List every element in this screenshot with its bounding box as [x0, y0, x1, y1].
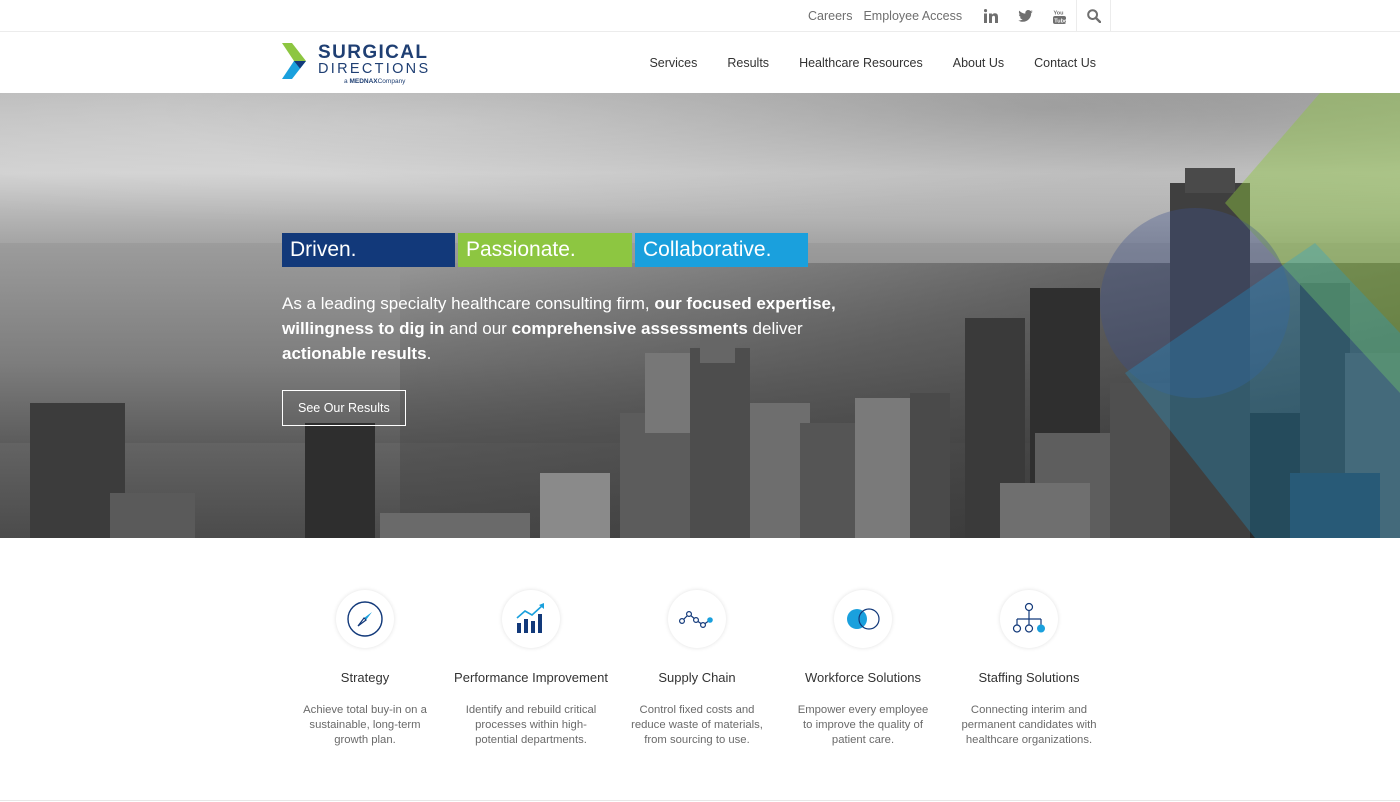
- service-strategy[interactable]: Strategy Achieve total buy-in on a susta…: [282, 590, 448, 760]
- employee-access-link[interactable]: Employee Access: [863, 9, 962, 23]
- service-title: Staffing Solutions: [978, 670, 1080, 685]
- service-description: Connecting interim and permanent candida…: [961, 704, 1097, 746]
- surgical-directions-logo[interactable]: SURGICAL DIRECTIONS a MEDNAXCompany: [282, 41, 428, 87]
- site-header: SURGICAL DIRECTIONS a MEDNAXCompany Serv…: [0, 33, 1400, 93]
- utility-links: Careers Employee Access: [808, 0, 973, 32]
- logo-chevron-icon: [282, 43, 306, 79]
- service-description: Achieve total buy-in on a sustainable, l…: [303, 704, 427, 746]
- hero-tagline: Driven. Passionate. Collaborative.: [282, 233, 882, 267]
- see-our-results-button[interactable]: See Our Results: [282, 390, 406, 426]
- service-title: Performance Improvement: [454, 670, 608, 685]
- service-workforce-solutions[interactable]: Workforce Solutions Empower every employ…: [780, 590, 946, 760]
- services-section: Strategy Achieve total buy-in on a susta…: [282, 590, 1112, 760]
- nav-services[interactable]: Services: [649, 56, 697, 70]
- service-description: Control fixed costs and reduce waste of …: [631, 704, 763, 746]
- logo-tagline: a MEDNAXCompany: [344, 78, 406, 85]
- growth-chart-icon: [502, 590, 560, 648]
- careers-link[interactable]: Careers: [808, 9, 852, 23]
- nav-about-us[interactable]: About Us: [953, 56, 1004, 70]
- utility-bar: Careers Employee Access You Tube: [0, 0, 1400, 32]
- service-title: Workforce Solutions: [804, 670, 922, 685]
- compass-icon: [336, 590, 394, 648]
- tag-driven: Driven.: [282, 233, 455, 267]
- section-divider: [0, 800, 1400, 801]
- supply-chain-icon: [668, 590, 726, 648]
- main-nav: Services Results Healthcare Resources Ab…: [619, 33, 1096, 93]
- nav-contact-us[interactable]: Contact Us: [1034, 56, 1096, 70]
- service-description: Empower every employee to improve the qu…: [797, 704, 929, 746]
- nav-results[interactable]: Results: [727, 56, 769, 70]
- service-supply-chain[interactable]: Supply Chain Control fixed costs and red…: [614, 590, 780, 760]
- service-staffing-solutions[interactable]: Staffing Solutions Connecting interim an…: [946, 590, 1112, 760]
- service-performance-improvement[interactable]: Performance Improvement Identify and reb…: [448, 590, 614, 760]
- nav-healthcare-resources[interactable]: Healthcare Resources: [799, 56, 923, 70]
- overlapping-circles-icon: [834, 590, 892, 648]
- hero-color-overlay: [1100, 93, 1400, 538]
- org-chart-icon: [1000, 590, 1058, 648]
- search-icon: [1086, 9, 1101, 23]
- search-button[interactable]: [1076, 0, 1111, 32]
- svg-text:You: You: [1053, 10, 1063, 16]
- service-description: Identify and rebuild critical processes …: [465, 704, 597, 746]
- svg-text:Tube: Tube: [1054, 18, 1066, 24]
- hero-content: Driven. Passionate. Collaborative. As a …: [282, 233, 882, 426]
- hero-description: As a leading specialty healthcare consul…: [282, 294, 836, 363]
- twitter-icon[interactable]: [1008, 0, 1042, 32]
- youtube-icon[interactable]: You Tube: [1042, 0, 1076, 32]
- linkedin-icon[interactable]: [974, 0, 1008, 32]
- hero-banner: Driven. Passionate. Collaborative. As a …: [0, 93, 1400, 538]
- tag-collaborative: Collaborative.: [635, 233, 808, 267]
- logo-line2: DIRECTIONS: [318, 61, 431, 77]
- service-title: Supply Chain: [658, 670, 736, 685]
- service-title: Strategy: [340, 670, 390, 685]
- tag-passionate: Passionate.: [458, 233, 632, 267]
